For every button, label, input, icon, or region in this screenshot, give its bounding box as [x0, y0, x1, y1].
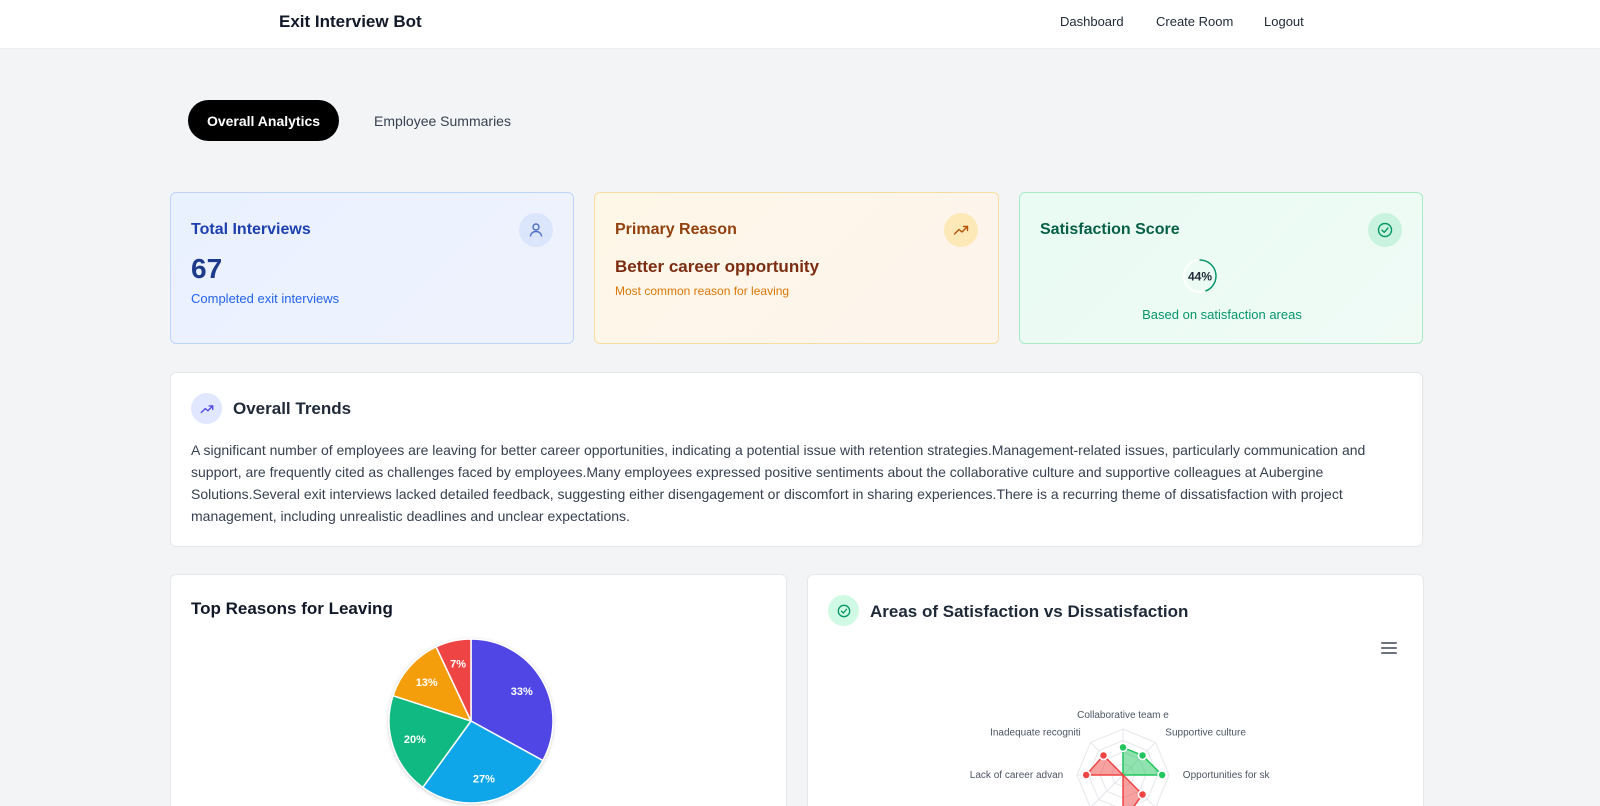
radar-point-0-1[interactable] [1137, 750, 1148, 761]
areas-title: Areas of Satisfaction vs Dissatisfaction [870, 602, 1189, 621]
tab-employee-summaries[interactable]: Employee Summaries [355, 100, 530, 141]
satisfaction-score-caption: Based on satisfaction areas [1142, 307, 1302, 322]
radar-axis-label-2: Opportunities for sk [1183, 770, 1271, 781]
trending-up-icon [944, 213, 978, 247]
total-interviews-caption: Completed exit interviews [191, 291, 340, 306]
total-interviews-value: 67 [191, 253, 223, 284]
total-interviews-card: Total Interviews 67 Completed exit inter… [170, 192, 574, 344]
overall-trends-panel: Overall Trends A significant number of e… [170, 372, 1423, 547]
satisfaction-score-title: Satisfaction Score [1040, 221, 1180, 238]
top-reasons-title: Top Reasons for Leaving [191, 599, 393, 618]
nav-dashboard-link[interactable]: Dashboard [1060, 14, 1124, 29]
primary-reason-value: Better career opportunity [615, 257, 820, 276]
radar-axis-label-6: Lack of career advan [970, 770, 1063, 781]
radar-point-1-3[interactable] [1137, 789, 1148, 800]
tab-overall-analytics[interactable]: Overall Analytics [188, 100, 339, 141]
radar-point-0-2[interactable] [1157, 770, 1167, 780]
primary-reason-title: Primary Reason [615, 221, 737, 238]
pie-label-1: 27% [473, 774, 495, 786]
radar-axis-label-7: Inadequate recogniti [990, 728, 1081, 739]
primary-reason-card: Primary Reason Better career opportunity… [594, 192, 999, 344]
check-circle-icon [828, 595, 859, 626]
pie-label-2: 20% [404, 734, 426, 746]
satisfaction-score-value: 44% [1188, 270, 1212, 284]
overall-trends-text: A significant number of employees are le… [191, 442, 1366, 524]
top-reasons-panel: Top Reasons for Leaving 33% 27% 20% 13% 7% [170, 574, 787, 806]
pie-label-3: 13% [416, 677, 438, 689]
nav-create-room-link[interactable]: Create Room [1156, 14, 1233, 29]
nav-logout-link[interactable]: Logout [1264, 14, 1304, 29]
trending-up-icon [191, 393, 222, 424]
pie-label-0: 33% [511, 686, 533, 698]
check-circle-icon [1368, 213, 1402, 247]
overall-trends-title: Overall Trends [233, 399, 352, 418]
radar-axis-label-0: Collaborative team e [1077, 710, 1169, 721]
total-interviews-title: Total Interviews [191, 221, 311, 238]
satisfaction-score-card: Satisfaction Score 44% Based on satisfac… [1019, 192, 1423, 344]
user-icon [519, 213, 553, 247]
radar-point-0-0[interactable] [1118, 742, 1128, 753]
satisfaction-gauge: 44% [1183, 259, 1217, 293]
areas-panel: Areas of Satisfaction vs Dissatisfaction… [807, 574, 1424, 806]
pie-label-4: 7% [450, 658, 466, 670]
radar-point-1-6[interactable] [1081, 770, 1091, 780]
radar-point-1-7[interactable] [1098, 750, 1109, 761]
primary-reason-caption: Most common reason for leaving [615, 284, 790, 298]
areas-radar-chart: Collaborative team e Supportive culture Op… [970, 710, 1271, 806]
reasons-pie-chart: 33% 27% 20% 13% 7% [388, 638, 554, 804]
top-navbar: Exit Interview Bot Dashboard Create Room… [0, 0, 1600, 49]
radar-axis-label-1: Supportive culture [1165, 728, 1246, 739]
chart-menu-icon[interactable] [1381, 642, 1397, 654]
app-title[interactable]: Exit Interview Bot [279, 12, 422, 32]
